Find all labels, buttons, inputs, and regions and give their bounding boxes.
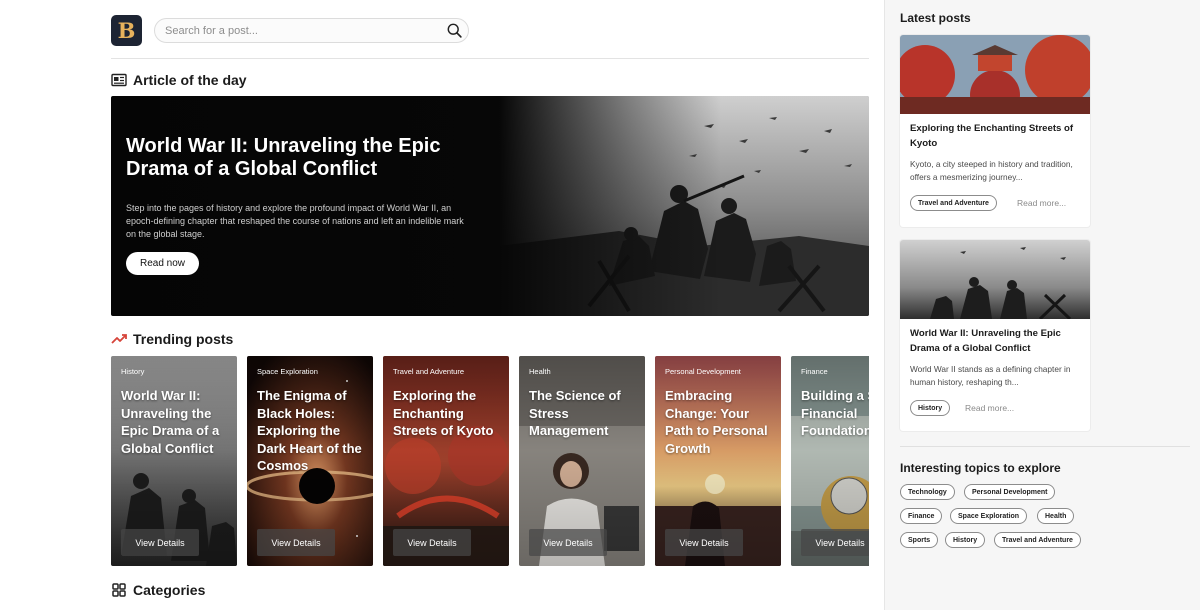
view-details-button[interactable]: View Details	[665, 529, 743, 556]
card-category: Personal Development	[665, 367, 741, 376]
post-image	[900, 240, 1090, 319]
categories-title: Categories	[133, 582, 206, 598]
hero-battle-image	[499, 96, 869, 316]
article-of-day-heading: Article of the day	[111, 72, 247, 88]
card-category: Finance	[801, 367, 828, 376]
latest-post-card[interactable]: World War II: Unraveling the Epic Drama …	[900, 240, 1090, 431]
view-details-button[interactable]: View Details	[257, 529, 335, 556]
read-more-link[interactable]: Read more...	[1017, 198, 1066, 208]
card-category: History	[121, 367, 145, 376]
topic-tag[interactable]: Personal Development	[964, 484, 1056, 500]
grid-icon	[112, 583, 126, 597]
categories-heading: Categories	[111, 582, 205, 598]
topic-tag[interactable]: Travel and Adventure	[994, 532, 1081, 548]
main-column: B Article of the day	[111, 0, 869, 610]
card-category: Health	[529, 367, 551, 376]
hero-title: World War II: Unraveling the Epic Drama …	[126, 135, 441, 180]
article-of-day-banner[interactable]: World War II: Unraveling the Epic Drama …	[111, 96, 869, 316]
search-input[interactable]	[165, 19, 435, 42]
card-title: Exploring the Enchanting Streets of Kyot…	[393, 388, 494, 439]
post-excerpt: Kyoto, a city steeped in history and tra…	[910, 159, 1073, 182]
topic-tag[interactable]: Space Exploration	[950, 508, 1028, 524]
card-title: World War II: Unraveling the Epic Drama …	[121, 388, 220, 456]
card-title: The Enigma of Black Holes: Exploring the…	[257, 388, 362, 474]
logo-letter: B	[117, 18, 136, 43]
search-box[interactable]	[154, 18, 469, 43]
latest-post-card[interactable]: Exploring the Enchanting Streets of Kyot…	[900, 35, 1090, 227]
view-details-button[interactable]: View Details	[801, 529, 869, 556]
card-category: Travel and Adventure	[393, 367, 465, 376]
search-icon[interactable]	[446, 22, 463, 39]
card-category: Space Exploration	[257, 367, 318, 376]
top-bar: B	[111, 14, 869, 59]
read-more-link[interactable]: Read more...	[965, 403, 1014, 413]
trending-heading: Trending posts	[111, 331, 233, 347]
post-tag[interactable]: Travel and Adventure	[910, 195, 997, 211]
latest-posts-title: Latest posts	[900, 11, 971, 25]
topic-tag[interactable]: History	[945, 532, 986, 548]
post-title[interactable]: Exploring the Enchanting Streets of Kyot…	[910, 121, 1082, 151]
post-image	[900, 35, 1090, 114]
trending-card[interactable]: History World War II: Unraveling the Epi…	[111, 356, 237, 566]
trending-card[interactable]: Personal Development Embracing Change: Y…	[655, 356, 781, 566]
sidebar-divider	[900, 446, 1190, 447]
view-details-button[interactable]: View Details	[121, 529, 199, 556]
topic-tag[interactable]: Finance	[900, 508, 943, 524]
topic-tag[interactable]: Health	[1037, 508, 1075, 524]
right-sidebar: Latest posts Exploring the Enchanting St…	[884, 0, 1200, 610]
trending-up-icon	[111, 334, 127, 344]
trending-card[interactable]: Space Exploration The Enigma of Black Ho…	[247, 356, 373, 566]
card-title: The Science of Stress Management	[529, 388, 621, 439]
view-details-button[interactable]: View Details	[529, 529, 607, 556]
post-title[interactable]: World War II: Unraveling the Epic Drama …	[910, 326, 1082, 356]
topics-title: Interesting topics to explore	[900, 461, 1061, 475]
trending-card[interactable]: Health The Science of Stress Management …	[519, 356, 645, 566]
card-title: Embracing Change: Your Path to Personal …	[665, 388, 768, 456]
hero-description: Step into the pages of history and explo…	[126, 203, 464, 239]
card-title: Building a Solid Financial Foundation	[801, 388, 869, 439]
topic-tag[interactable]: Sports	[900, 532, 939, 548]
topic-tag[interactable]: Technology	[900, 484, 955, 500]
post-excerpt: World War II stands as a defining chapte…	[910, 364, 1071, 387]
trending-cards: History World War II: Unraveling the Epi…	[111, 356, 869, 566]
newspaper-icon	[111, 73, 127, 87]
trending-card[interactable]: Travel and Adventure Exploring the Encha…	[383, 356, 509, 566]
trending-card[interactable]: Finance Building a Solid Financial Found…	[791, 356, 869, 566]
trending-title: Trending posts	[133, 331, 234, 347]
post-tag[interactable]: History	[910, 400, 951, 416]
view-details-button[interactable]: View Details	[393, 529, 471, 556]
site-logo[interactable]: B	[111, 15, 142, 46]
article-of-day-title: Article of the day	[133, 72, 247, 88]
read-now-button[interactable]: Read now	[126, 252, 199, 275]
